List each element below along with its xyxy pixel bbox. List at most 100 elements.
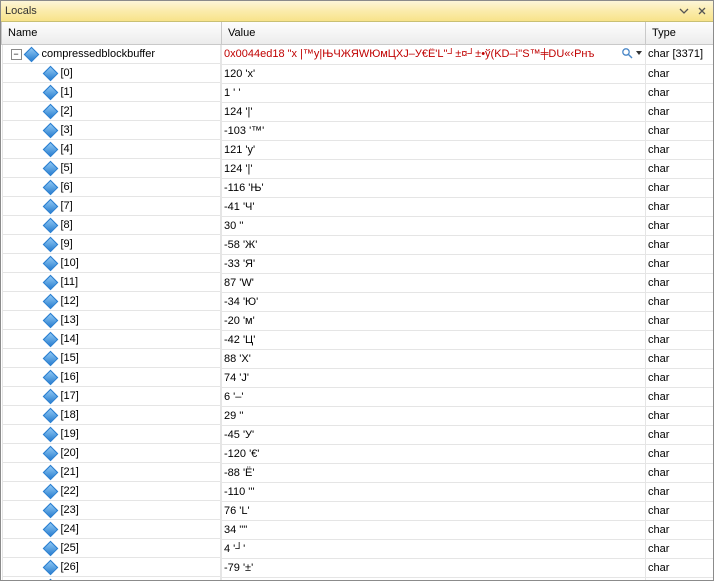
table-row[interactable]: [15]88 'X'char bbox=[2, 349, 714, 368]
locals-grid[interactable]: Name Value Type − compressedblockbuffer bbox=[1, 22, 713, 580]
element-index: [23] bbox=[60, 504, 79, 516]
header-row: Name Value Type bbox=[2, 22, 714, 45]
element-index: [26] bbox=[60, 561, 79, 573]
element-type: char bbox=[646, 140, 714, 159]
element-type: char bbox=[646, 387, 714, 406]
element-value[interactable]: -120 '€' bbox=[222, 444, 646, 463]
element-value[interactable]: 4 '┘' bbox=[222, 539, 646, 558]
table-row[interactable]: [13]-20 'м'char bbox=[2, 311, 714, 330]
panel-titlebar: Locals bbox=[1, 1, 713, 22]
element-value[interactable]: -103 '™' bbox=[222, 121, 646, 140]
element-type: char bbox=[646, 520, 714, 539]
element-index: [14] bbox=[60, 333, 79, 345]
table-row[interactable]: [20]-120 '€'char bbox=[2, 444, 714, 463]
table-row[interactable]: [18]29 ''char bbox=[2, 406, 714, 425]
element-index: [25] bbox=[60, 542, 79, 554]
element-value[interactable]: -42 'Ц' bbox=[222, 330, 646, 349]
field-icon bbox=[45, 258, 56, 269]
element-type: char bbox=[646, 235, 714, 254]
table-row[interactable]: [14] -42 'Ц'char bbox=[2, 330, 714, 349]
field-icon bbox=[45, 486, 56, 497]
close-icon[interactable] bbox=[695, 5, 709, 17]
element-value[interactable]: 88 'X' bbox=[222, 349, 646, 368]
dropdown-icon[interactable] bbox=[677, 5, 691, 17]
table-row[interactable]: [6]-116 'Њ'char bbox=[2, 178, 714, 197]
field-icon bbox=[45, 372, 56, 383]
element-value[interactable]: -92 '¤' bbox=[222, 577, 646, 580]
element-type: char bbox=[646, 539, 714, 558]
table-row[interactable]: [25] 4 '┘'char bbox=[2, 539, 714, 558]
element-value[interactable]: 124 '|' bbox=[222, 159, 646, 178]
element-value[interactable]: 121 'y' bbox=[222, 140, 646, 159]
element-value[interactable]: -88 'Ё' bbox=[222, 463, 646, 482]
table-row[interactable]: [1]1 ' 'char bbox=[2, 83, 714, 102]
element-value[interactable]: 120 'x' bbox=[222, 64, 646, 83]
field-icon bbox=[45, 239, 56, 250]
table-row[interactable]: [26]-79 '±'char bbox=[2, 558, 714, 577]
table-row[interactable]: [23]76 'L'char bbox=[2, 501, 714, 520]
table-row[interactable]: [21]-88 'Ё'char bbox=[2, 463, 714, 482]
element-value[interactable]: 124 '|' bbox=[222, 102, 646, 121]
element-value[interactable]: -110 ''' bbox=[222, 482, 646, 501]
element-index: [22] bbox=[60, 485, 79, 497]
table-row[interactable]: [10]-33 'Я'char bbox=[2, 254, 714, 273]
visualizer-icon[interactable] bbox=[621, 47, 633, 62]
table-row[interactable]: [8]30 ''char bbox=[2, 216, 714, 235]
expand-toggle[interactable]: − bbox=[11, 49, 22, 60]
element-type: char bbox=[646, 482, 714, 501]
table-row[interactable]: [5]124 '|'char bbox=[2, 159, 714, 178]
table-row[interactable]: [22] -110 '''char bbox=[2, 482, 714, 501]
table-row[interactable]: [4] 121 'y'char bbox=[2, 140, 714, 159]
table-row[interactable]: [24]34 '"'char bbox=[2, 520, 714, 539]
element-index: [19] bbox=[60, 428, 79, 440]
element-type: char bbox=[646, 64, 714, 83]
element-value[interactable]: -33 'Я' bbox=[222, 254, 646, 273]
element-value[interactable]: 1 ' ' bbox=[222, 83, 646, 102]
element-type: char bbox=[646, 330, 714, 349]
element-index: [4] bbox=[60, 143, 73, 155]
locals-table: Name Value Type − compressedblockbuffer bbox=[1, 22, 713, 580]
table-row[interactable]: [27]-92 '¤'char bbox=[2, 577, 714, 580]
field-icon bbox=[45, 543, 56, 554]
element-value[interactable]: -58 'Ж' bbox=[222, 235, 646, 254]
table-row[interactable]: [19]-45 'У'char bbox=[2, 425, 714, 444]
element-value[interactable]: -41 'Ч' bbox=[222, 197, 646, 216]
element-value[interactable]: -116 'Њ' bbox=[222, 178, 646, 197]
element-value[interactable]: 34 '"' bbox=[222, 520, 646, 539]
element-value[interactable]: 30 '' bbox=[222, 216, 646, 235]
element-index: [0] bbox=[60, 67, 73, 79]
element-value[interactable]: 74 'J' bbox=[222, 368, 646, 387]
element-value[interactable]: 29 '' bbox=[222, 406, 646, 425]
table-row[interactable]: [7]-41 'Ч'char bbox=[2, 197, 714, 216]
table-row[interactable]: [17]6 '–'char bbox=[2, 387, 714, 406]
table-row[interactable]: [3]-103 '™'char bbox=[2, 121, 714, 140]
root-value[interactable]: 0x0044ed18 "x |™y|ЊЧЖЯWЮмЦXJ–У€Ё'L"┘±¤┘±… bbox=[224, 47, 643, 62]
table-row[interactable]: [0] 120 'x'char bbox=[2, 64, 714, 83]
visualizer-dropdown-icon[interactable] bbox=[635, 48, 643, 60]
element-value[interactable]: -45 'У' bbox=[222, 425, 646, 444]
table-row[interactable]: [9]-58 'Ж'char bbox=[2, 235, 714, 254]
field-icon bbox=[45, 125, 56, 136]
col-type[interactable]: Type bbox=[646, 22, 714, 45]
table-row[interactable]: [16]74 'J'char bbox=[2, 368, 714, 387]
field-icon bbox=[45, 163, 56, 174]
element-value[interactable]: -34 'Ю' bbox=[222, 292, 646, 311]
table-row[interactable]: [11]87 'W'char bbox=[2, 273, 714, 292]
element-index: [3] bbox=[60, 124, 73, 136]
field-icon bbox=[45, 106, 56, 117]
element-index: [13] bbox=[60, 314, 79, 326]
element-type: char bbox=[646, 83, 714, 102]
element-value[interactable]: -79 '±' bbox=[222, 558, 646, 577]
root-row[interactable]: − compressedblockbuffer 0x0044ed18 "x |™… bbox=[2, 45, 714, 65]
element-value[interactable]: 76 'L' bbox=[222, 501, 646, 520]
element-value[interactable]: 87 'W' bbox=[222, 273, 646, 292]
element-index: [12] bbox=[60, 295, 79, 307]
element-type: char bbox=[646, 197, 714, 216]
col-name[interactable]: Name bbox=[2, 22, 222, 45]
element-value[interactable]: 6 '–' bbox=[222, 387, 646, 406]
table-row[interactable]: [12]-34 'Ю'char bbox=[2, 292, 714, 311]
table-row[interactable]: [2]124 '|'char bbox=[2, 102, 714, 121]
col-value[interactable]: Value bbox=[222, 22, 646, 45]
element-value[interactable]: -20 'м' bbox=[222, 311, 646, 330]
field-icon bbox=[45, 353, 56, 364]
